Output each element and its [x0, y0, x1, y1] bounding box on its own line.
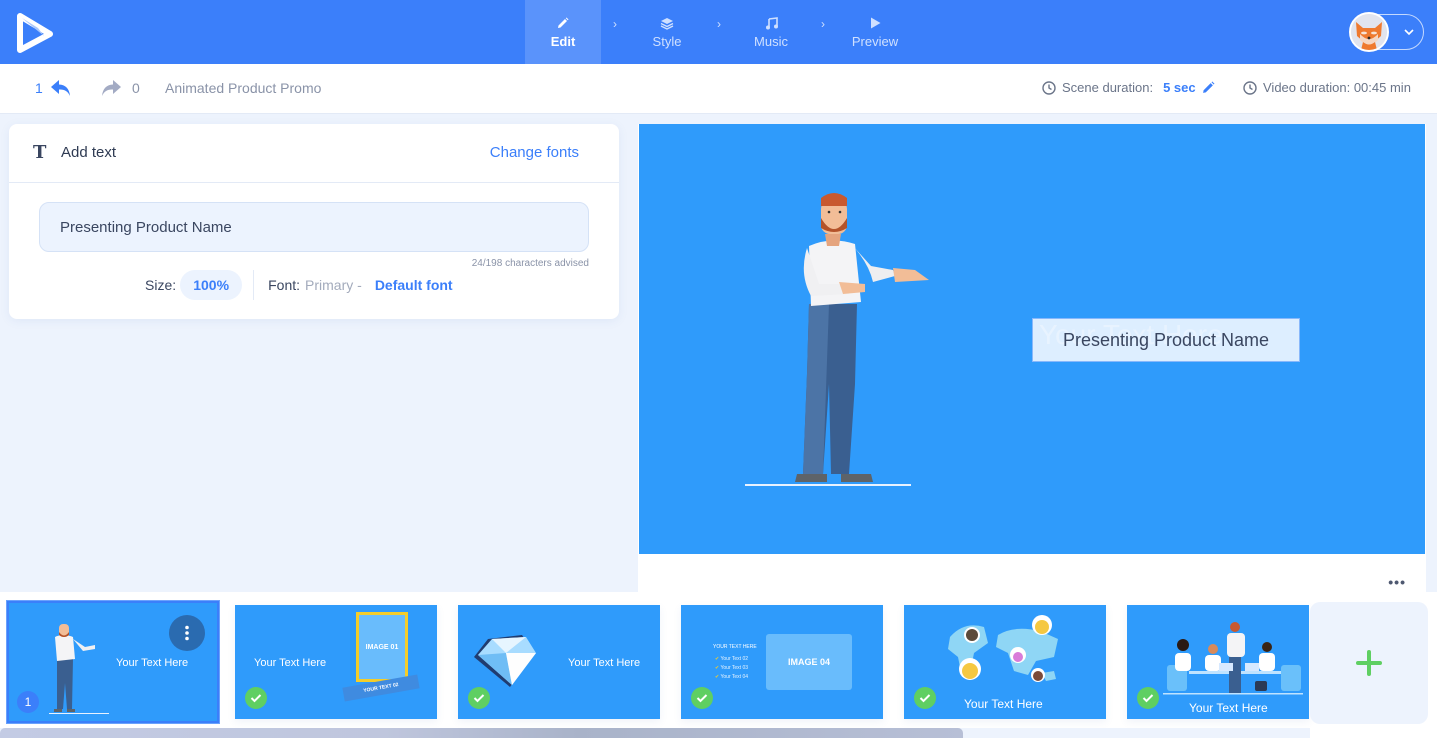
step-music[interactable]: Music: [733, 0, 809, 64]
plus-icon: [1356, 650, 1382, 676]
scene-text-input[interactable]: [39, 202, 589, 252]
scene-label: Your Text Here: [964, 697, 1043, 711]
scene-thumb-5[interactable]: Your Text Here: [904, 605, 1106, 719]
image-placeholder: IMAGE 01: [356, 612, 408, 682]
add-scene-button[interactable]: [1310, 602, 1428, 724]
clock-icon: [1243, 80, 1257, 95]
divider: [253, 270, 255, 300]
char-count: 24/198 characters advised: [471, 258, 589, 269]
step-nav: Edit › Style › Music › Preview: [525, 0, 913, 64]
kebab-menu-icon[interactable]: [169, 615, 205, 651]
font-selector[interactable]: Default font: [375, 277, 453, 293]
step-preview[interactable]: Preview: [837, 0, 913, 64]
scene-thumb-3[interactable]: Your Text Here: [458, 605, 660, 719]
user-menu[interactable]: [1349, 12, 1424, 52]
check-icon: [468, 687, 490, 709]
font-label: Font:: [268, 277, 301, 293]
video-duration-label: Video duration: 00:45 min: [1263, 80, 1411, 95]
scrollbar-thumb[interactable]: [0, 728, 963, 738]
scene-duration-value[interactable]: 5 sec: [1163, 80, 1196, 95]
chevron-down-icon: [1403, 24, 1415, 45]
clock-icon: [1042, 80, 1056, 95]
scene-label: Your Text Here: [116, 657, 189, 669]
redo-icon[interactable]: [100, 79, 122, 100]
add-text-panel: T Add text Change fonts 24/198 character…: [9, 124, 619, 319]
scene-preview[interactable]: Your Text Here Presenting Product Name: [639, 124, 1425, 554]
meeting-illustration: [1163, 622, 1303, 695]
ribbon-text: YOUR TEXT 02: [362, 681, 400, 695]
scene-thumb-1[interactable]: Your Text Here 1: [7, 601, 219, 723]
scene-duration-label: Scene duration:: [1062, 80, 1154, 95]
presenter-illustration: [745, 193, 929, 486]
undo-count: 1: [35, 80, 43, 96]
checklist-item: ✔ Your Text 03: [715, 665, 749, 671]
check-icon: [1137, 687, 1159, 709]
scene-label: Your Text Here: [1189, 701, 1268, 715]
play-logo-icon[interactable]: [16, 12, 56, 54]
undo-icon[interactable]: [50, 79, 72, 100]
project-title[interactable]: Animated Product Promo: [165, 80, 321, 96]
step-label: Style: [652, 34, 682, 49]
text-icon: T: [33, 142, 47, 163]
image-placeholder: IMAGE 04: [766, 634, 852, 690]
preview-area: Your Text Here Presenting Product Name •…: [638, 124, 1426, 592]
chevron-right-icon: ›: [717, 17, 721, 31]
music-note-icon: [765, 15, 778, 31]
video-duration: Video duration: 00:45 min: [1243, 80, 1411, 95]
edit-pencil-icon[interactable]: [1202, 81, 1215, 94]
scene-checklist: ✔ Your Text 02 ✔ Your Text 03 ✔ Your Tex…: [715, 655, 748, 682]
play-icon: [870, 15, 881, 31]
scene-strip: Your Text Here 1 Your Text Here IMAGE 01…: [0, 592, 1437, 738]
scene-thumb-4[interactable]: YOUR TEXT HERE ✔ Your Text 02 ✔ Your Tex…: [681, 605, 883, 719]
size-selector[interactable]: 100%: [180, 270, 243, 300]
check-icon: [245, 687, 267, 709]
pencil-icon: [557, 15, 569, 31]
diamond-illustration: [474, 635, 536, 687]
scene-duration: Scene duration: 5 sec: [1042, 80, 1215, 95]
panel-header: T Add text Change fonts: [9, 124, 619, 183]
world-map-illustration: [948, 615, 1058, 682]
horizontal-scrollbar[interactable]: [0, 728, 1310, 738]
check-icon: [691, 687, 713, 709]
text-overlay[interactable]: Presenting Product Name: [1032, 318, 1300, 362]
step-label: Music: [754, 34, 788, 49]
image-label: IMAGE 01: [365, 643, 399, 651]
step-label: Preview: [851, 34, 899, 49]
presenter-thumbnail: [49, 624, 109, 714]
scene-label: Your Text Here: [568, 657, 641, 669]
redo-count: 0: [132, 80, 140, 96]
change-fonts-link[interactable]: Change fonts: [490, 144, 579, 161]
checklist-item: ✔ Your Text 04: [715, 674, 749, 680]
image-label: IMAGE 04: [787, 657, 830, 667]
check-icon: [914, 687, 936, 709]
top-bar: Edit › Style › Music › Preview: [0, 0, 1437, 64]
chevron-right-icon: ›: [821, 17, 825, 31]
text-options-row: Size: 100% Font: Primary - Default font: [145, 270, 453, 300]
step-edit[interactable]: Edit: [525, 0, 601, 64]
scene-number-badge: 1: [17, 691, 39, 713]
chevron-right-icon: ›: [613, 17, 617, 31]
panel-title: Add text: [61, 144, 117, 161]
more-options-icon[interactable]: •••: [1388, 574, 1406, 590]
editor-toolbar: 1 0 Animated Product Promo Scene duratio…: [0, 64, 1437, 114]
step-style[interactable]: Style: [629, 0, 705, 64]
fox-avatar: [1349, 12, 1389, 52]
scene-thumb-2[interactable]: Your Text Here IMAGE 01 YOUR TEXT 02: [235, 605, 437, 719]
scene-label: Your Text Here: [254, 657, 327, 669]
step-label: Edit: [550, 34, 576, 49]
scene-thumb-6[interactable]: Your Text Here: [1127, 605, 1309, 719]
size-label: Size:: [145, 277, 177, 293]
font-type: Primary -: [305, 277, 362, 293]
checklist-item: ✔ Your Text 02: [715, 656, 749, 662]
layers-icon: [660, 15, 674, 31]
scene-heading: YOUR TEXT HERE: [713, 644, 757, 650]
